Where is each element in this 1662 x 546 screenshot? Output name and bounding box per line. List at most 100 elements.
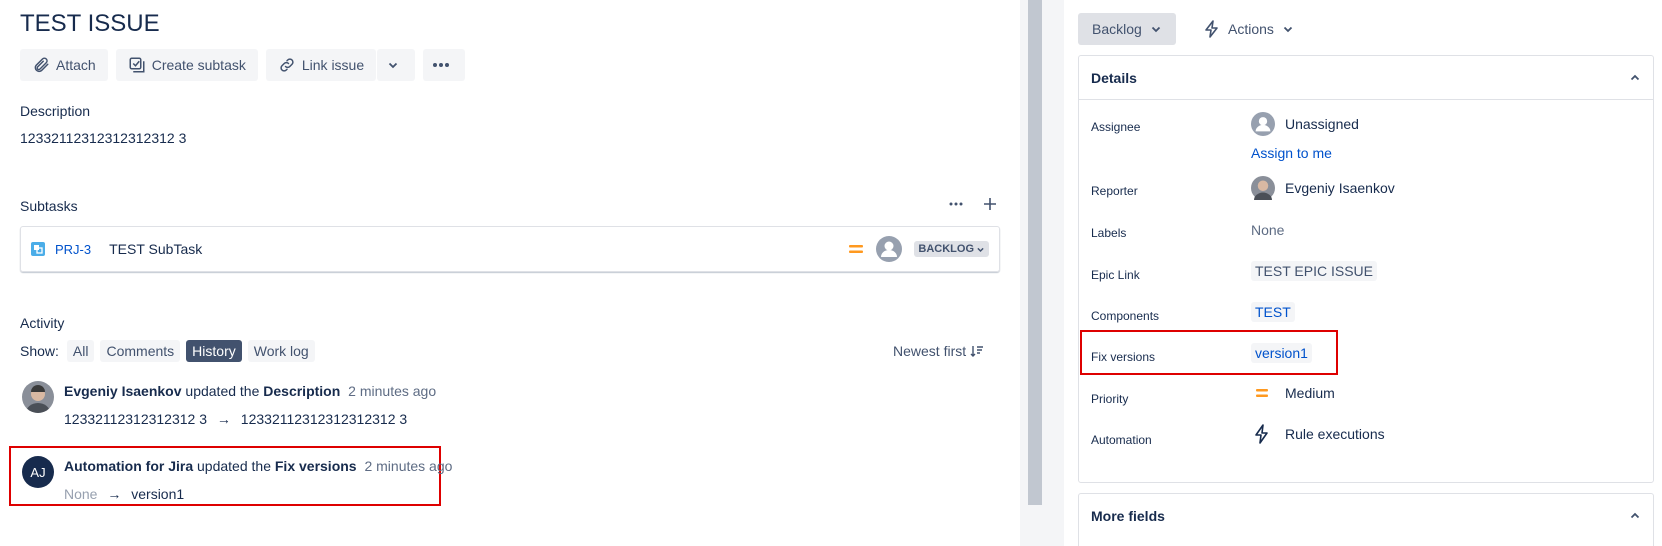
reporter-label: Reporter [1091, 184, 1138, 198]
activity-headline: Evgeniy Isaenkov updated the Description… [64, 383, 436, 399]
activity-headline: Automation for Jira updated the Fix vers… [64, 458, 452, 474]
assign-to-me-link[interactable]: Assign to me [1251, 145, 1332, 161]
priority-value[interactable]: Medium [1251, 385, 1335, 401]
subtask-row[interactable]: PRJ-3 TEST SubTask BACKLOG [20, 226, 1000, 272]
change-arrow: → [216, 411, 231, 427]
scrollbar-track[interactable] [1020, 0, 1064, 546]
change-arrow: → [107, 486, 122, 502]
create-subtask-label: Create subtask [151, 57, 246, 73]
details-panel: Details Assignee Unassigned Assign to me… [1078, 55, 1654, 483]
activity-verb: updated the [185, 383, 260, 399]
activity-change: 12332112312312312 3 → 123321123123123123… [64, 411, 407, 427]
avatar[interactable]: AJ [22, 456, 54, 488]
priority-medium-icon [849, 245, 864, 253]
assignee-value[interactable]: Unassigned [1251, 112, 1359, 136]
sort-label: Newest first [893, 343, 967, 359]
more-fields-title: More fields [1091, 508, 1165, 524]
attach-button[interactable]: Attach [20, 49, 108, 81]
issue-main-panel: TEST ISSUE Attach Create subtask Link is… [0, 0, 1020, 546]
epic-link-value[interactable]: TEST EPIC ISSUE [1251, 261, 1377, 281]
chevron-up-icon [1630, 74, 1640, 80]
component-tag[interactable]: TEST [1251, 302, 1295, 322]
activity-author[interactable]: Automation for Jira [64, 458, 193, 474]
lightning-icon [1205, 20, 1218, 38]
subtasks-heading: Subtasks [20, 198, 78, 214]
filter-comments[interactable]: Comments [100, 340, 181, 362]
chevron-down-icon [977, 247, 984, 252]
labels-label: Labels [1091, 226, 1127, 240]
activity-field: Fix versions [274, 458, 357, 474]
subtask-summary[interactable]: TEST SubTask [109, 241, 202, 257]
chevron-down-icon [1283, 26, 1293, 33]
activity-filter-row: Show: All Comments History Work log [20, 340, 315, 362]
actions-label: Actions [1228, 21, 1274, 37]
more-horizontal-icon [433, 63, 450, 67]
avatar[interactable] [22, 381, 54, 413]
subtasks-actions [948, 196, 998, 212]
link-issue-dropdown[interactable] [377, 49, 416, 81]
link-issue-button[interactable]: Link issue [265, 49, 377, 81]
change-from: None [64, 486, 98, 502]
change-to: version1 [131, 486, 185, 502]
components-value[interactable]: TEST [1251, 302, 1295, 322]
subtask-meta: BACKLOG [848, 236, 989, 262]
lightning-icon [1255, 424, 1268, 444]
status-button[interactable]: Backlog [1078, 13, 1176, 45]
filter-all[interactable]: All [66, 340, 95, 362]
activity-entry: AJ Automation for Jira updated the Fix v… [20, 456, 452, 506]
chevron-down-icon [389, 62, 398, 69]
details-header[interactable]: Details [1079, 56, 1653, 100]
reporter-value[interactable]: Evgeniy Isaenkov [1251, 176, 1395, 200]
activity-time: 2 minutes ago [348, 383, 437, 399]
activity-time: 2 minutes ago [364, 458, 453, 474]
subtask-status-lozenge[interactable]: BACKLOG [914, 241, 989, 257]
activity-author[interactable]: Evgeniy Isaenkov [64, 383, 182, 399]
assignee-label: Assignee [1091, 120, 1141, 134]
priority-label: Priority [1091, 392, 1129, 406]
fix-version-tag[interactable]: version1 [1251, 343, 1312, 363]
create-subtask-button[interactable]: Create subtask [115, 49, 258, 81]
status-label: Backlog [1092, 21, 1142, 37]
issue-toolbar: Attach Create subtask Link issue [20, 49, 466, 81]
activity-verb: updated the [197, 458, 271, 474]
chevron-down-icon [1151, 26, 1160, 33]
issue-title[interactable]: TEST ISSUE [20, 10, 160, 38]
paperclip-icon [34, 57, 49, 73]
subtask-type-icon [31, 242, 45, 256]
more-fields-panel: More fields [1078, 493, 1654, 546]
sort-descending-icon [970, 346, 984, 357]
fix-versions-value[interactable]: version1 [1251, 343, 1312, 363]
subtask-status-label: BACKLOG [918, 243, 974, 255]
epic-link-label: Epic Link [1091, 268, 1140, 282]
filter-work-log[interactable]: Work log [247, 340, 315, 362]
automation-label: Automation [1091, 433, 1152, 447]
automation-value[interactable]: Rule executions [1251, 424, 1385, 444]
unassigned-avatar-icon [1251, 112, 1275, 136]
subtasks-more-icon[interactable] [948, 196, 964, 212]
issue-sidebar: Backlog Actions Details Assignee Unassig… [1064, 0, 1662, 546]
avatar [1251, 176, 1275, 200]
add-subtask-icon[interactable] [982, 196, 998, 212]
chevron-up-icon [1630, 512, 1640, 519]
unassigned-avatar-icon[interactable] [876, 236, 903, 262]
description-text[interactable]: 12332112312312312312 3 [20, 130, 186, 146]
reporter-name: Evgeniy Isaenkov [1285, 180, 1395, 196]
assignee-name: Unassigned [1285, 116, 1359, 132]
filter-history[interactable]: History [186, 340, 242, 362]
more-fields-header[interactable]: More fields [1079, 494, 1653, 538]
epic-lozenge[interactable]: TEST EPIC ISSUE [1251, 261, 1377, 281]
actions-button[interactable]: Actions [1196, 13, 1302, 45]
automation-link: Rule executions [1285, 426, 1385, 442]
sort-toggle[interactable]: Newest first [893, 343, 984, 359]
labels-value[interactable]: None [1251, 222, 1284, 238]
link-issue-label: Link issue [301, 57, 365, 73]
show-label: Show: [20, 343, 59, 359]
subtask-icon [129, 57, 145, 73]
scrollbar-thumb[interactable] [1028, 0, 1042, 505]
more-actions-button[interactable] [423, 49, 466, 81]
link-issue-split-button: Link issue [265, 49, 416, 81]
activity-entry: Evgeniy Isaenkov updated the Description… [20, 381, 440, 431]
components-label: Components [1091, 309, 1160, 323]
subtask-key[interactable]: PRJ-3 [55, 242, 91, 257]
fix-versions-label: Fix versions [1091, 350, 1156, 364]
